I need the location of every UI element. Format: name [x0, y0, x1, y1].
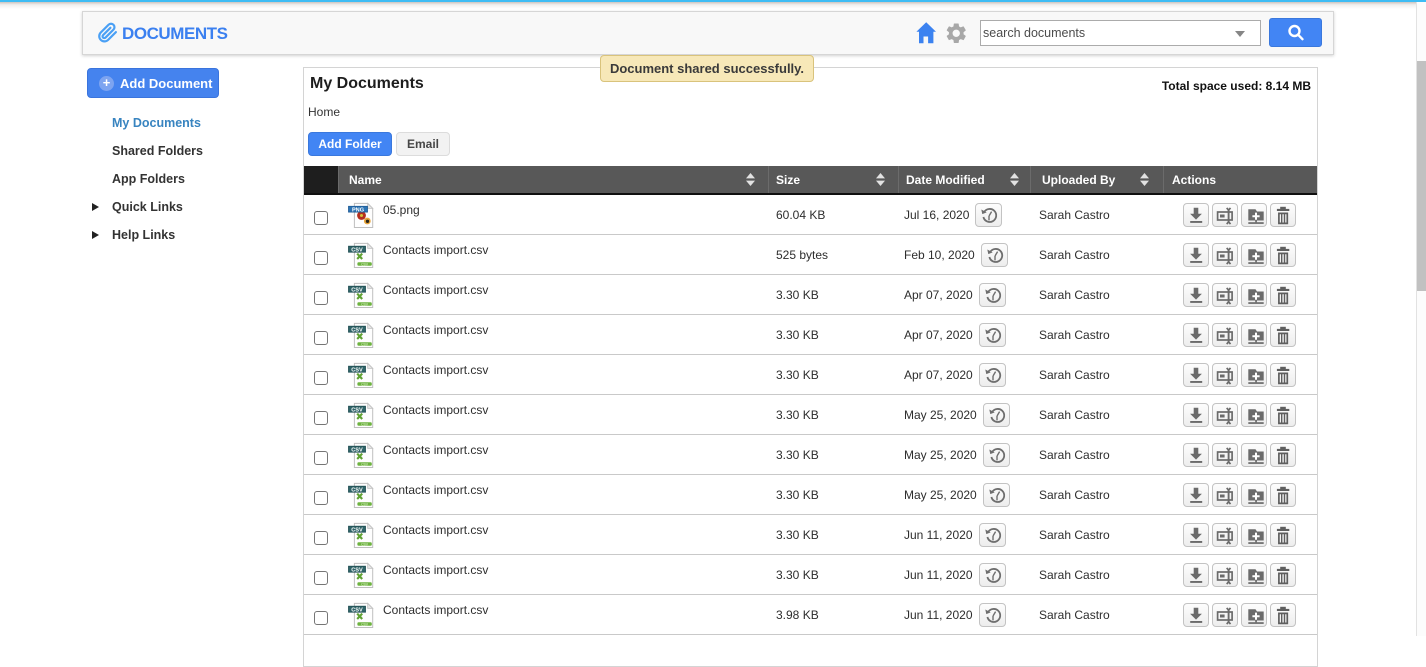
svg-text:CSV: CSV: [351, 567, 363, 573]
svg-text:CSV: CSV: [351, 407, 363, 413]
svg-text:CSV: CSV: [351, 327, 363, 333]
svg-text:CSV: CSV: [351, 607, 363, 613]
svg-text:CSV: CSV: [351, 367, 363, 373]
svg-text:CSV: CSV: [351, 247, 363, 253]
svg-text:CSV: CSV: [351, 447, 363, 453]
svg-text:CSV: CSV: [361, 462, 369, 466]
svg-text:CSV: CSV: [351, 527, 363, 533]
svg-text:CSV: CSV: [361, 382, 369, 386]
svg-text:CSV: CSV: [351, 487, 363, 493]
svg-text:CSV: CSV: [361, 542, 369, 546]
svg-text:CSV: CSV: [351, 287, 363, 293]
svg-text:CSV: CSV: [361, 302, 369, 306]
svg-text:PNG: PNG: [352, 207, 364, 213]
svg-text:CSV: CSV: [361, 622, 369, 626]
svg-text:CSV: CSV: [361, 422, 369, 426]
svg-text:CSV: CSV: [361, 502, 369, 506]
svg-text:CSV: CSV: [361, 342, 369, 346]
svg-text:CSV: CSV: [361, 582, 369, 586]
svg-text:CSV: CSV: [361, 262, 369, 266]
